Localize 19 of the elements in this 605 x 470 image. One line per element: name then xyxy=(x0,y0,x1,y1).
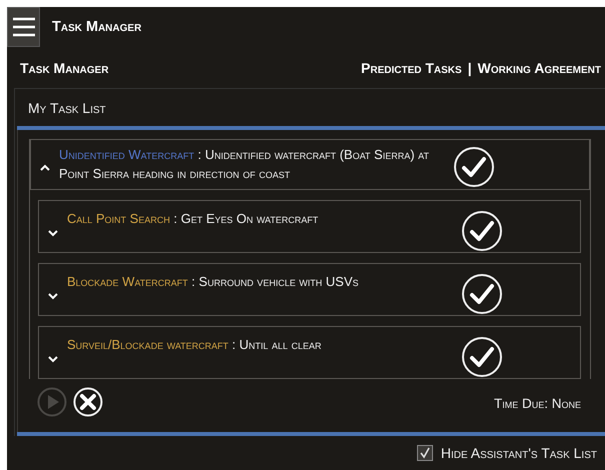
section-title: Task Manager xyxy=(20,60,109,76)
checkbox-label: Hide Assistant's Task List xyxy=(440,445,597,461)
nav-link[interactable]: Predicted Tasks xyxy=(361,60,462,76)
window-title: Task Manager xyxy=(52,19,142,35)
task-text: Surveil/Blockade watercraft : Until all clear xyxy=(67,336,322,354)
checkbox[interactable] xyxy=(416,445,433,461)
check-circle-icon[interactable] xyxy=(461,336,503,378)
task-text: Unidentified Watercraft : Unidentified watercraft (Boat Sierra) at Point Sierra heading in direction of coast xyxy=(59,146,430,183)
time-due: Time Due: None xyxy=(494,396,581,411)
panel-title: My Task List xyxy=(27,98,107,118)
check-circle-icon[interactable] xyxy=(461,272,503,314)
check-circle-icon[interactable] xyxy=(461,210,503,252)
task-text: Call Point Search : Get Eyes On watercraft xyxy=(67,210,320,228)
check-circle-icon[interactable] xyxy=(453,146,495,188)
menu-icon xyxy=(12,17,36,37)
menu-button[interactable] xyxy=(7,7,40,47)
separator: | xyxy=(468,60,472,76)
nav-link[interactable]: Working Agreement xyxy=(478,60,601,76)
task-text: Blockade Watercraft : Surround vehicle with USVs xyxy=(67,273,360,291)
